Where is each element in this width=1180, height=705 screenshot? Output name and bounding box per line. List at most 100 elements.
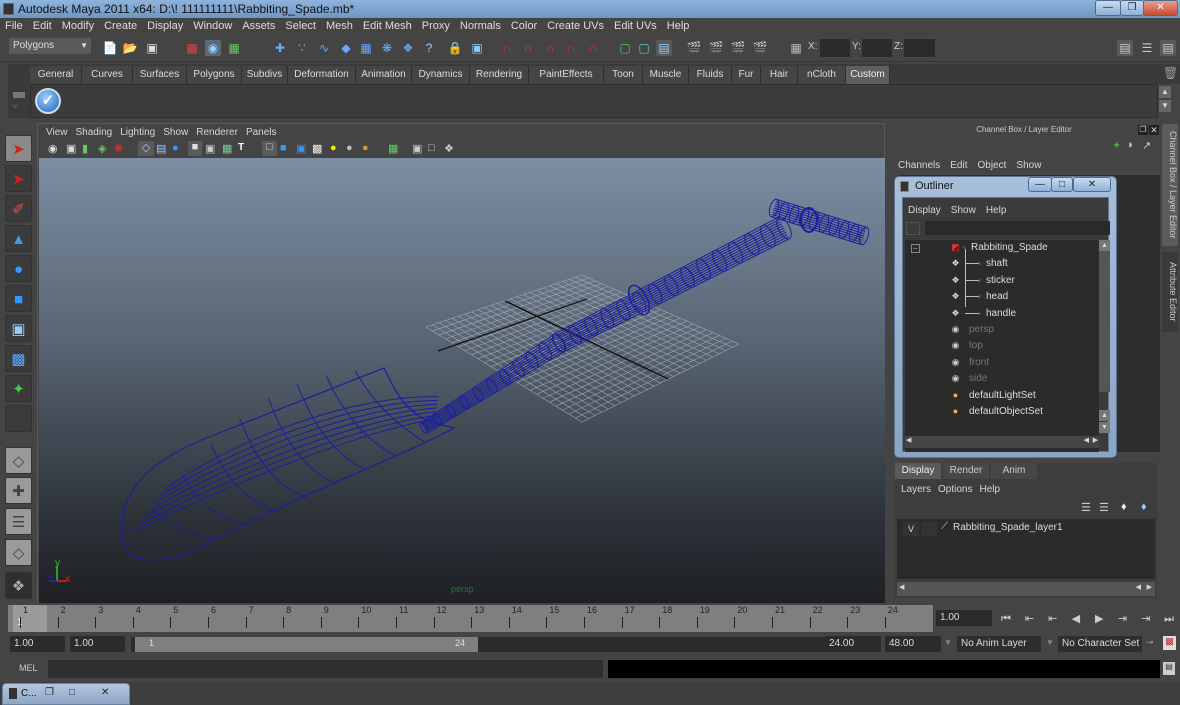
scroll-down-icon[interactable]: ▼ — [1099, 422, 1110, 433]
start-time-field[interactable]: 1.00 — [10, 636, 65, 652]
textured-icon[interactable]: ▦ — [222, 142, 232, 155]
outliner-search-input[interactable] — [925, 221, 1110, 235]
menu-assets[interactable]: Assets — [237, 18, 280, 35]
menu-create[interactable]: Create — [99, 18, 142, 35]
shelf-tab-subdivs[interactable]: Subdivs — [242, 66, 288, 84]
persp-graph-layout-button[interactable]: ◇ — [5, 539, 32, 566]
default-lighting-icon[interactable]: ■ — [280, 142, 287, 154]
image-plane-icon[interactable]: ◈ — [98, 142, 106, 155]
magnet-point-icon[interactable]: ∩ — [542, 40, 558, 56]
x-field[interactable] — [820, 39, 850, 57]
shaded-cube-icon[interactable]: ▣ — [296, 142, 306, 155]
magnet-grid-icon[interactable]: ∩ — [499, 40, 515, 56]
close-button[interactable]: ✕ — [1143, 0, 1178, 16]
outliner-menu-display[interactable]: Display — [903, 204, 946, 218]
flat-lighting-icon[interactable]: ● — [346, 142, 353, 154]
isolate-select-icon[interactable]: □ — [262, 141, 277, 156]
play-backward-button[interactable]: ◀ — [1068, 612, 1084, 626]
shelf-tab-hair[interactable]: Hair — [761, 66, 798, 84]
outliner-item-side[interactable]: ◉ side — [905, 371, 1099, 387]
outliner-item-rabbiting-spade[interactable]: − ◩ ◦ Rabbiting_Spade — [905, 240, 1099, 256]
select-component-icon[interactable]: ▦ — [226, 40, 242, 56]
restore-icon[interactable]: ❐ — [45, 687, 54, 698]
auto-key-key-icon[interactable]: ⊸ — [1146, 637, 1154, 648]
manipulator-icon[interactable]: ✦ — [1112, 139, 1121, 152]
checkmark-icon[interactable]: ✓ — [35, 88, 61, 114]
gate-mask-icon[interactable]: □ — [428, 142, 435, 154]
step-forward-key-button[interactable]: ⇥ — [1138, 612, 1154, 626]
menu-normals[interactable]: Normals — [455, 18, 506, 35]
select-tool-button[interactable]: ➤ — [5, 135, 32, 162]
collapse-toggle-icon[interactable]: − — [911, 244, 920, 253]
xray-icon[interactable]: ▣ — [205, 142, 215, 155]
attribute-editor-toggle-icon[interactable]: ▤ — [1117, 40, 1133, 56]
open-scene-icon[interactable]: 📂 — [122, 40, 138, 56]
go-to-end-button[interactable]: ⏭ — [1161, 612, 1177, 626]
step-back-frame-button[interactable]: ⇤ — [1045, 612, 1061, 626]
speed-keyframe-icon[interactable]: ↗ — [1142, 139, 1151, 152]
layer-menu-help[interactable]: Help — [977, 482, 1005, 498]
shelf-tab-custom[interactable]: Custom — [846, 66, 890, 84]
layer-menu-layers[interactable]: Layers — [899, 482, 936, 498]
range-slider-track[interactable]: 1 24 — [131, 637, 825, 652]
snap-grid-icon[interactable]: ✚ — [272, 40, 288, 56]
all-lights-icon[interactable]: ● — [330, 142, 337, 154]
camera-attributes-icon[interactable]: ▣ — [66, 142, 76, 155]
viewport-menu-shading[interactable]: Shading — [72, 125, 117, 141]
layer-visibility-toggle[interactable]: V — [903, 522, 919, 536]
soft-modification-button[interactable]: ▩ — [5, 345, 32, 372]
menu-edit[interactable]: Edit — [28, 18, 57, 35]
outliner-item-defaultobjectset[interactable]: ● defaultObjectSet — [905, 404, 1099, 420]
layer-hscroll[interactable]: ◀ ◀ ▶ — [897, 582, 1155, 596]
viewport-menu-lighting[interactable]: Lighting — [116, 125, 159, 141]
menu-help[interactable]: Help — [662, 18, 695, 35]
menu-select[interactable]: Select — [280, 18, 321, 35]
channel-menu-show[interactable]: Show — [1016, 158, 1047, 174]
close-icon[interactable]: ✕ — [101, 687, 109, 698]
show-manipulator-button[interactable]: ✦ — [5, 375, 32, 402]
last-used-tool-button[interactable] — [5, 405, 32, 432]
shelf-tab-animation[interactable]: Animation — [356, 66, 412, 84]
outliner-minimize-button[interactable]: — — [1028, 177, 1052, 192]
layer-menu-options[interactable]: Options — [936, 482, 977, 498]
scroll-up-icon[interactable]: ▲ — [1099, 410, 1110, 421]
filter-icon[interactable] — [906, 222, 920, 235]
restore-button[interactable]: ❐ — [1120, 0, 1144, 16]
minimize-button[interactable]: — — [1095, 0, 1121, 16]
go-to-start-button[interactable]: ⏮ — [998, 612, 1014, 626]
selected-lights-icon[interactable]: ● — [362, 142, 369, 154]
scale-tool-button[interactable]: ■ — [5, 285, 32, 312]
menu-mesh[interactable]: Mesh — [321, 18, 358, 35]
new-layer-icon[interactable]: ☰ — [1081, 501, 1091, 514]
outliner-menu-show[interactable]: Show — [946, 204, 981, 218]
shelf-tab-painteffects[interactable]: PaintEffects — [529, 66, 604, 84]
select-camera-icon[interactable]: ◉ — [48, 142, 58, 155]
character-set-dropdown[interactable]: No Character Set — [1058, 636, 1142, 652]
menu-proxy[interactable]: Proxy — [417, 18, 455, 35]
output-ops-icon[interactable]: ▢ — [636, 40, 652, 56]
single-perspective-layout-button[interactable]: ◇ — [5, 447, 32, 474]
z-field[interactable] — [904, 39, 935, 57]
menu-color[interactable]: Color — [506, 18, 542, 35]
four-view-layout-button[interactable]: ✚ — [5, 477, 32, 504]
tool-settings-toggle-icon[interactable]: ☰ — [1139, 40, 1155, 56]
outliner-vscroll[interactable]: ▲ — [1099, 240, 1110, 392]
y-field[interactable] — [862, 39, 892, 57]
outliner-hscroll[interactable]: ◀ ◀ ▶ — [905, 436, 1099, 448]
input-ops-icon[interactable]: ▢ — [617, 40, 633, 56]
select-object-icon[interactable]: ◉ — [205, 40, 221, 56]
menu-modify[interactable]: Modify — [57, 18, 99, 35]
snap-curve-icon[interactable]: ∵ — [294, 40, 310, 56]
playback-end-field[interactable]: 24.00 — [825, 636, 881, 652]
channel-menu-object[interactable]: Object — [978, 158, 1013, 174]
help-question-icon[interactable]: ? — [421, 40, 437, 56]
shelf-tab-deformation[interactable]: Deformation — [288, 66, 356, 84]
layer-tab-anim[interactable]: Anim — [991, 463, 1037, 479]
hypershade-link-icon[interactable]: ❖ — [444, 142, 454, 155]
create-layer-icon[interactable]: ♦ — [1121, 501, 1127, 513]
menu-create-uvs[interactable]: Create UVs — [542, 18, 609, 35]
tab-channel-box-layer-editor[interactable]: Channel Box / Layer Editor — [1162, 124, 1178, 246]
playback-start-field[interactable]: 1.00 — [70, 636, 125, 652]
checker-icon[interactable]: ▩ — [312, 142, 322, 155]
resolution-gate-icon[interactable]: ▣ — [412, 142, 422, 155]
